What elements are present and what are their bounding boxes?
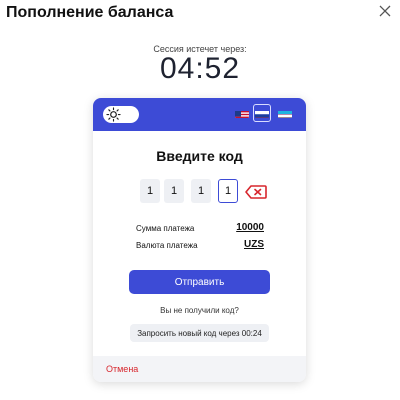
- sun-icon: [106, 107, 121, 122]
- close-icon: [379, 5, 391, 17]
- card-footer: Отмена: [93, 356, 306, 382]
- no-code-link[interactable]: Вы не получили код?: [93, 306, 306, 315]
- payment-amount-label: Сумма платежа: [136, 224, 195, 233]
- ru-flag-icon[interactable]: [255, 108, 269, 118]
- resend-code-button[interactable]: Запросить новый код через 00:24: [130, 324, 269, 342]
- payment-amount-value: 10000: [236, 222, 264, 233]
- us-flag-icon[interactable]: [235, 108, 249, 118]
- modal-title: Пополнение баланса: [6, 4, 174, 21]
- code-digit-1[interactable]: 1: [140, 179, 160, 203]
- uz-flag-icon[interactable]: [278, 108, 292, 118]
- session-timer: 04:52: [159, 52, 241, 85]
- card-header: [93, 98, 306, 131]
- enter-code-title: Введите код: [156, 148, 243, 164]
- submit-button[interactable]: Отправить: [129, 270, 270, 294]
- currency-value: UZS: [244, 239, 264, 250]
- backspace-icon: [245, 185, 267, 199]
- currency-label: Валюта платежа: [136, 241, 198, 250]
- backspace-button[interactable]: [245, 185, 267, 199]
- verification-card: Введите код 1 1 1 1 Сумма платежа 10000 …: [93, 98, 306, 382]
- theme-toggle[interactable]: [103, 106, 139, 123]
- code-digit-2[interactable]: 1: [164, 179, 184, 203]
- code-digit-3[interactable]: 1: [191, 179, 211, 203]
- close-button[interactable]: [376, 2, 394, 20]
- code-digit-4[interactable]: 1: [218, 179, 238, 203]
- cancel-link[interactable]: Отмена: [106, 364, 138, 374]
